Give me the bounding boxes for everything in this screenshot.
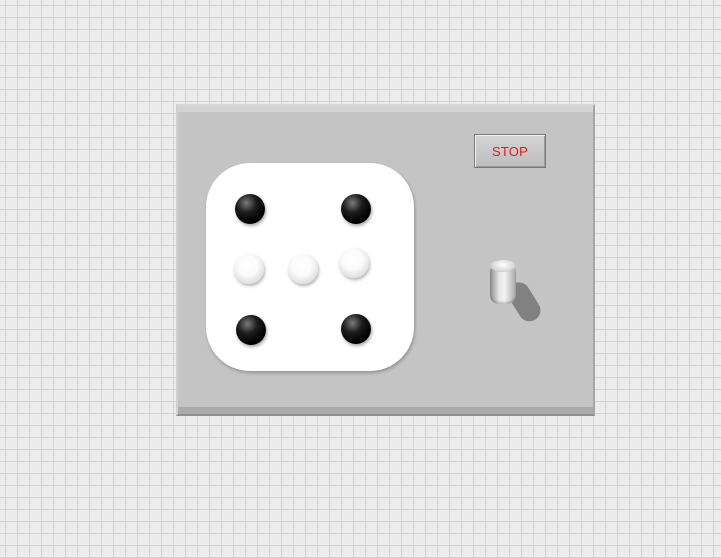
pip-bottom-right: [341, 314, 371, 344]
toggle-switch[interactable]: [488, 260, 545, 326]
stop-button-label: STOP: [492, 143, 528, 159]
pip-bottom-left: [236, 315, 266, 345]
dice-face: [206, 163, 414, 371]
pip-middle-right: [339, 248, 369, 278]
toggle-switch-cap: [490, 260, 516, 272]
pip-center: [288, 254, 318, 284]
front-panel: STOP: [176, 104, 595, 416]
pip-top-right: [341, 194, 371, 224]
stop-button[interactable]: STOP: [474, 134, 546, 168]
pip-top-left: [235, 194, 265, 224]
pip-middle-left: [234, 254, 264, 284]
